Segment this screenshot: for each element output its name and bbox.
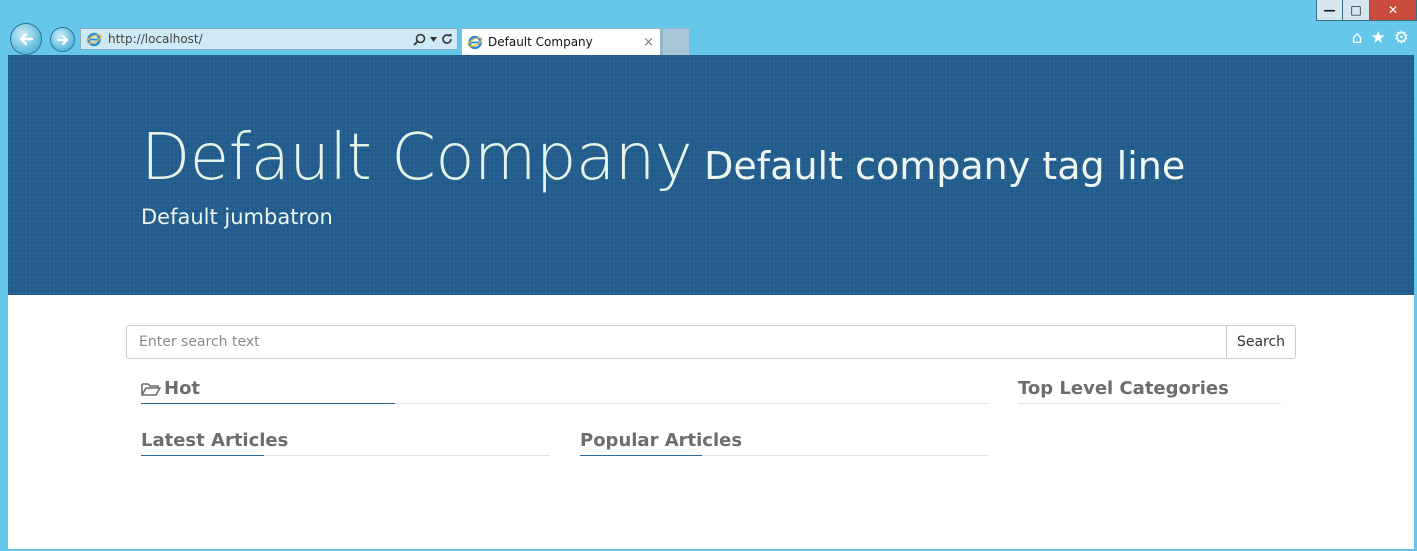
jumbotron-subtitle: Default jumbatron: [141, 205, 333, 229]
hot-underline: [141, 403, 395, 404]
home-icon[interactable]: ⌂: [1352, 29, 1363, 47]
latest-articles-heading: Latest Articles: [141, 430, 550, 456]
search-icon[interactable]: [413, 33, 426, 46]
browser-toolbar-right: ⌂ ★ ⚙: [1352, 29, 1409, 47]
browser-chrome: — □ ✕ http://localhost/ Default Company …: [0, 0, 1417, 55]
top-level-categories-heading: Top Level Categories: [1018, 378, 1281, 404]
new-tab-button[interactable]: [662, 28, 690, 55]
hot-label: Hot: [164, 378, 201, 399]
latest-articles-label: Latest Articles: [141, 430, 289, 451]
refresh-icon[interactable]: [441, 33, 453, 45]
top-level-categories-label: Top Level Categories: [1018, 378, 1229, 399]
maximize-button[interactable]: □: [1343, 0, 1370, 21]
address-url: http://localhost/: [108, 32, 203, 46]
latest-underline: [141, 455, 264, 456]
close-window-button[interactable]: ✕: [1370, 0, 1417, 21]
search-input[interactable]: [126, 325, 1226, 359]
jumbotron: Default Company Default company tag line …: [8, 55, 1414, 295]
search-bar: Search: [126, 325, 1296, 359]
address-tools: [413, 33, 453, 46]
ie-logo-icon: [467, 35, 483, 50]
forward-button[interactable]: [50, 27, 75, 52]
tab-default-company[interactable]: Default Company ×: [461, 28, 661, 55]
company-name: Default Company: [141, 121, 693, 195]
folder-open-icon: [141, 383, 161, 396]
page-viewport: Default Company Default company tag line …: [8, 55, 1414, 549]
close-tab-icon[interactable]: ×: [643, 35, 654, 50]
ie-logo-icon: [86, 32, 102, 47]
arrow-left-icon: [19, 32, 34, 46]
minimize-button[interactable]: —: [1316, 0, 1343, 21]
favorites-star-icon[interactable]: ★: [1371, 29, 1386, 47]
arrow-right-icon: [56, 34, 68, 45]
popular-articles-label: Popular Articles: [580, 430, 743, 451]
popular-articles-heading: Popular Articles: [580, 430, 989, 456]
window-controls: — □ ✕: [1316, 0, 1417, 21]
brand-line: Default Company Default company tag line: [141, 121, 1185, 195]
popular-underline: [580, 455, 702, 456]
tab-title: Default Company: [488, 35, 593, 49]
search-button[interactable]: Search: [1226, 325, 1296, 359]
dropdown-arrow-icon[interactable]: [430, 36, 437, 42]
hot-section-heading: Hot: [141, 378, 989, 404]
tools-gear-icon[interactable]: ⚙: [1394, 29, 1409, 47]
company-tag-line: Default company tag line: [704, 144, 1186, 188]
back-button[interactable]: [10, 23, 42, 55]
address-bar[interactable]: http://localhost/: [80, 28, 458, 50]
